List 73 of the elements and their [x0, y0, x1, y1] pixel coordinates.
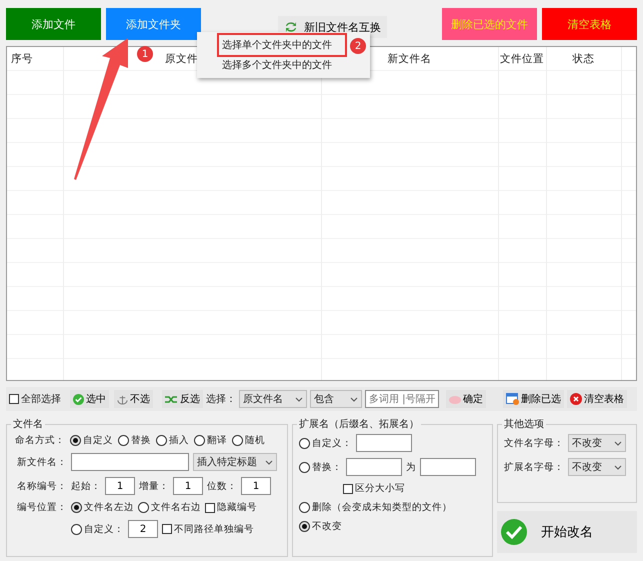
field-label: 新文件名： — [17, 456, 67, 468]
field-label: 命名方式： — [15, 434, 65, 447]
field-label: 增量： — [139, 480, 169, 492]
digits-field[interactable]: 1 — [241, 477, 271, 495]
group-title: 扩展名（后缀名、拓展名） — [298, 418, 420, 431]
replace-field[interactable] — [420, 458, 476, 476]
toolbar-button[interactable]: 添加文件夹 — [106, 8, 201, 40]
radio-button[interactable]: 自定义： — [299, 436, 352, 450]
radio-button[interactable]: 自定义： — [71, 522, 124, 536]
extension-field[interactable] — [356, 434, 412, 452]
radio-button[interactable]: 替换 — [118, 434, 151, 447]
checkbox[interactable]: 区分大小写 — [343, 482, 406, 495]
radio-button[interactable]: 不改变 — [299, 520, 342, 533]
start-field[interactable]: 1 — [105, 477, 135, 495]
column-header: 文件位置 — [500, 52, 544, 67]
field-label: 编号位置： — [17, 501, 67, 514]
clear-table-button[interactable]: 清空表格 — [567, 390, 627, 408]
column-header: 序号 — [11, 52, 33, 67]
column-header: 新文件名 — [388, 52, 432, 67]
group-title: 文件名 — [12, 418, 44, 431]
custom-position-field[interactable]: 2 — [128, 520, 158, 538]
find-field[interactable] — [346, 458, 402, 476]
deselect-button[interactable]: 不选 — [114, 390, 153, 408]
caret-icon — [265, 460, 273, 464]
caret-icon — [614, 440, 622, 446]
menu-item[interactable]: 选择单个文件夹中的文件 — [219, 35, 345, 55]
group-title: 其他选项 — [503, 418, 545, 431]
radio-button[interactable]: 自定义 — [70, 434, 113, 447]
toolbar-button[interactable]: 添加文件 — [6, 8, 101, 40]
new-name-field[interactable] — [71, 453, 189, 471]
close-icon — [570, 393, 582, 405]
step-field[interactable]: 1 — [173, 477, 203, 495]
shuffle-icon — [165, 394, 178, 404]
filename-case-dropdown[interactable]: 不改变 — [568, 434, 626, 452]
keyword-field[interactable]: 多词用 |号隔开 — [365, 390, 439, 408]
window-icon — [506, 393, 519, 405]
checkbox[interactable]: 全部选择 — [9, 392, 61, 406]
step-number: 1 — [137, 46, 153, 62]
caret-icon — [295, 396, 303, 402]
field-label: 为 — [406, 460, 416, 474]
radio-button[interactable]: 文件名左边 — [71, 501, 134, 514]
checkbox[interactable]: 不同路径单独编号 — [162, 522, 254, 536]
match-dropdown[interactable]: 包含 — [310, 390, 362, 408]
field-label: 起始： — [71, 480, 101, 492]
anchor-icon — [117, 394, 128, 404]
field-dropdown[interactable]: 原文件名 — [239, 390, 307, 408]
checkbox[interactable]: 隐藏编号 — [205, 501, 257, 514]
check-circle-icon — [73, 394, 84, 404]
radio-button[interactable]: 文件名右边 — [138, 501, 201, 514]
field-label: 扩展名字母： — [504, 460, 564, 474]
field-label: 文件名字母： — [504, 436, 564, 450]
swap-icon — [284, 21, 298, 33]
radio-button[interactable]: 替换： — [299, 460, 342, 474]
select-label: 选择： — [206, 392, 236, 406]
field-label: 名称编号： — [17, 480, 67, 492]
column-header: 状态 — [572, 52, 594, 67]
menu-item[interactable]: 选择多个文件夹中的文件 — [197, 55, 370, 75]
radio-button[interactable]: 翻译 — [194, 434, 227, 447]
radio-button[interactable]: 随机 — [232, 434, 265, 447]
field-label: 位数： — [207, 480, 237, 492]
delete-selected-button[interactable]: 删除已选 — [503, 390, 564, 408]
check-circle-icon — [501, 519, 527, 545]
radio-button[interactable]: 插入 — [156, 434, 189, 447]
column-header: 原文件 — [165, 52, 198, 67]
select-button[interactable]: 选中 — [70, 390, 109, 408]
confirm-button[interactable]: 确定 — [446, 390, 486, 408]
caret-icon — [614, 464, 622, 470]
start-rename-button[interactable]: 开始改名 — [497, 511, 637, 553]
invert-button[interactable]: 反选 — [162, 390, 203, 408]
extension-case-dropdown[interactable]: 不改变 — [568, 458, 626, 476]
caret-icon — [350, 396, 358, 402]
title-dropdown[interactable]: 插入特定标题 — [193, 453, 277, 471]
radio-button[interactable]: 删除（会变成未知类型的文件） — [299, 501, 452, 514]
